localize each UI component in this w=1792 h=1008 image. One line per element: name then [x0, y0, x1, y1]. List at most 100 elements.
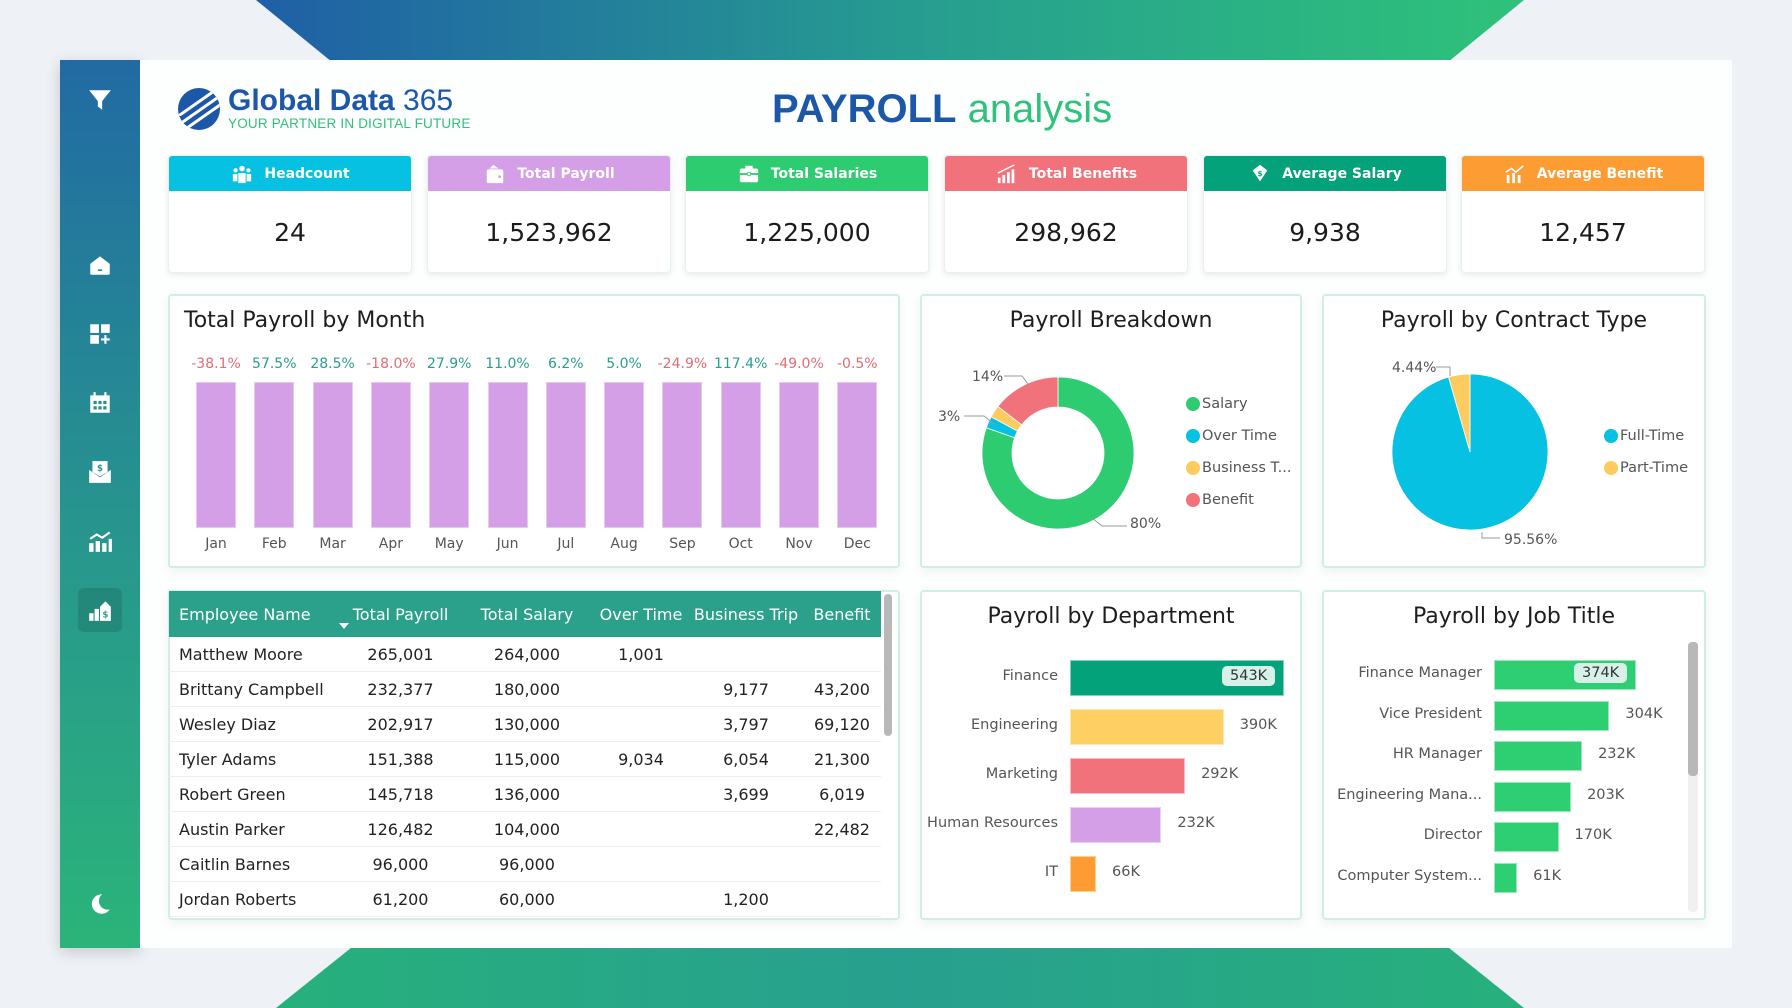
filter-icon[interactable]	[80, 80, 120, 120]
month-axis-label: May	[434, 536, 464, 552]
bar-value-label: 374K	[1574, 663, 1628, 683]
month-axis-label: Jun	[496, 536, 519, 552]
svg-text:$: $	[97, 464, 103, 474]
kpi-label: Headcount	[264, 165, 350, 182]
month-bar[interactable]	[312, 382, 353, 528]
slice-leader-line	[1004, 375, 1029, 385]
logo-number: 365	[403, 84, 454, 117]
analytics-icon[interactable]	[80, 521, 120, 561]
legend-item[interactable]: Over Time	[1186, 428, 1277, 444]
kpi-card-average-benefit: Average Benefit 12,457	[1461, 155, 1705, 273]
table-header: Employee Name Total Payroll Total Salary…	[169, 591, 881, 637]
column-header-total-salary[interactable]: Total Salary	[461, 605, 593, 624]
money-icon: $	[1248, 163, 1272, 185]
month-bar[interactable]	[720, 382, 761, 528]
column-header-total-payroll[interactable]: Total Payroll	[340, 605, 461, 624]
month-bar[interactable]	[429, 382, 470, 528]
bar[interactable]	[1494, 822, 1559, 852]
month-axis-label: Jan	[205, 536, 227, 552]
kpi-value: 12,457	[1539, 218, 1627, 247]
legend-item[interactable]: Benefit	[1186, 492, 1254, 508]
table-cell: 43,200	[814, 679, 870, 699]
bar-category-label: Engineering	[971, 717, 1058, 733]
month-bar[interactable]	[370, 382, 411, 528]
month-bar[interactable]	[779, 382, 819, 528]
table-row[interactable]: Jordan Roberts 61,200 60,000 1,200	[169, 882, 881, 917]
legend-item[interactable]: Part-Time	[1604, 460, 1688, 476]
slice-data-label: 14%	[972, 369, 1003, 385]
table-cell: 202,917	[367, 714, 434, 734]
job-chart-scrollbar-thumb[interactable]	[1688, 642, 1698, 776]
bar[interactable]	[1070, 758, 1186, 794]
employee-name-cell: Austin Parker	[179, 819, 285, 839]
month-bar[interactable]	[662, 382, 703, 528]
column-header-business-trip[interactable]: Business Trip	[689, 605, 803, 624]
bar[interactable]	[1070, 807, 1162, 843]
dashboard-add-icon[interactable]	[80, 314, 120, 354]
bar[interactable]	[1494, 862, 1518, 893]
table-row[interactable]: Matthew Moore 265,001 264,000 1,001	[169, 637, 881, 672]
table-row[interactable]: Wesley Diaz 202,917 130,000 3,797 69,120	[169, 707, 881, 742]
month-change-label: -38.1%	[191, 356, 241, 372]
month-axis-label: Apr	[378, 536, 403, 552]
legend-marker-icon	[1186, 397, 1200, 411]
bar[interactable]	[1494, 700, 1610, 731]
legend-item[interactable]: Salary	[1186, 396, 1248, 412]
table-row[interactable]: Austin Parker 126,482 104,000 22,482	[169, 812, 881, 847]
legend-item[interactable]: Business T...	[1186, 460, 1292, 476]
month-bar[interactable]	[545, 382, 586, 528]
table-cell: 60,000	[499, 889, 555, 909]
month-bar[interactable]	[196, 382, 236, 528]
kpi-header: Average Benefit	[1462, 156, 1704, 191]
bar-category-label: Marketing	[985, 766, 1058, 782]
kpi-header: Total Payroll	[428, 156, 670, 191]
legend-label: Business T...	[1202, 460, 1292, 476]
calendar-icon[interactable]	[80, 383, 120, 423]
legend-item[interactable]: Full-Time	[1604, 428, 1684, 444]
job-chart-scrollbar[interactable]	[1688, 642, 1698, 912]
kpi-card-headcount: Headcount 24	[168, 155, 412, 273]
kpi-value: 1,225,000	[743, 218, 871, 247]
bar[interactable]	[1494, 741, 1583, 771]
table-scrollbar-thumb[interactable]	[884, 594, 892, 736]
month-change-label: -49.0%	[774, 356, 824, 372]
column-header-benefit[interactable]: Benefit	[803, 605, 881, 624]
table-row[interactable]: Caitlin Barnes 96,000 96,000	[169, 847, 881, 882]
month-bar[interactable]	[837, 382, 878, 528]
bar[interactable]	[1070, 856, 1096, 892]
kpi-card-average-salary: $ Average Salary 9,938	[1203, 155, 1447, 273]
month-bar[interactable]	[254, 382, 295, 528]
card-title: Payroll by Department	[987, 604, 1235, 629]
table-cell: 265,001	[367, 644, 434, 664]
column-header-over-time[interactable]: Over Time	[593, 605, 689, 624]
table-row[interactable]: Tyler Adams 151,388 115,000 9,034 6,054 21,30…	[169, 742, 881, 777]
legend-label: Salary	[1202, 396, 1248, 412]
sort-descending-icon[interactable]	[339, 623, 349, 629]
month-bar[interactable]	[487, 382, 528, 528]
page-title-light: analysis	[967, 87, 1113, 131]
month-axis-label: Jul	[557, 536, 575, 552]
dark-mode-moon-icon[interactable]	[80, 884, 120, 924]
legend-label: Over Time	[1202, 428, 1277, 444]
month-axis-label: Nov	[785, 536, 813, 552]
table-cell: 6,054	[723, 749, 769, 769]
table-cell: 130,000	[493, 714, 561, 734]
kpi-value: 9,938	[1289, 218, 1361, 247]
payroll-house-icon[interactable]: $	[78, 588, 122, 632]
slice-data-label: 4.44%	[1392, 360, 1436, 376]
legend-marker-icon	[1604, 461, 1618, 475]
bar[interactable]	[1070, 709, 1224, 745]
bar[interactable]	[1494, 781, 1572, 812]
bar-value-label: 304K	[1625, 705, 1663, 722]
table-row[interactable]: Robert Green 145,718 136,000 3,699 6,019	[169, 777, 881, 812]
column-header-employee-name[interactable]: Employee Name	[169, 605, 340, 624]
slice-data-label: 95.56%	[1504, 532, 1557, 548]
payroll-envelope-icon[interactable]: $	[80, 452, 120, 492]
table-scrollbar[interactable]	[884, 594, 892, 914]
table-row[interactable]: Brittany Campbell 232,377 180,000 9,177 43,2…	[169, 672, 881, 707]
month-bar[interactable]	[604, 382, 645, 528]
slice-leader-line	[1481, 532, 1500, 539]
table-cell: 3,797	[723, 714, 769, 734]
payroll-by-month-card: Total Payroll by Month -38.1% Jan 57.5% Feb…	[168, 294, 900, 568]
home-icon[interactable]	[80, 245, 120, 285]
